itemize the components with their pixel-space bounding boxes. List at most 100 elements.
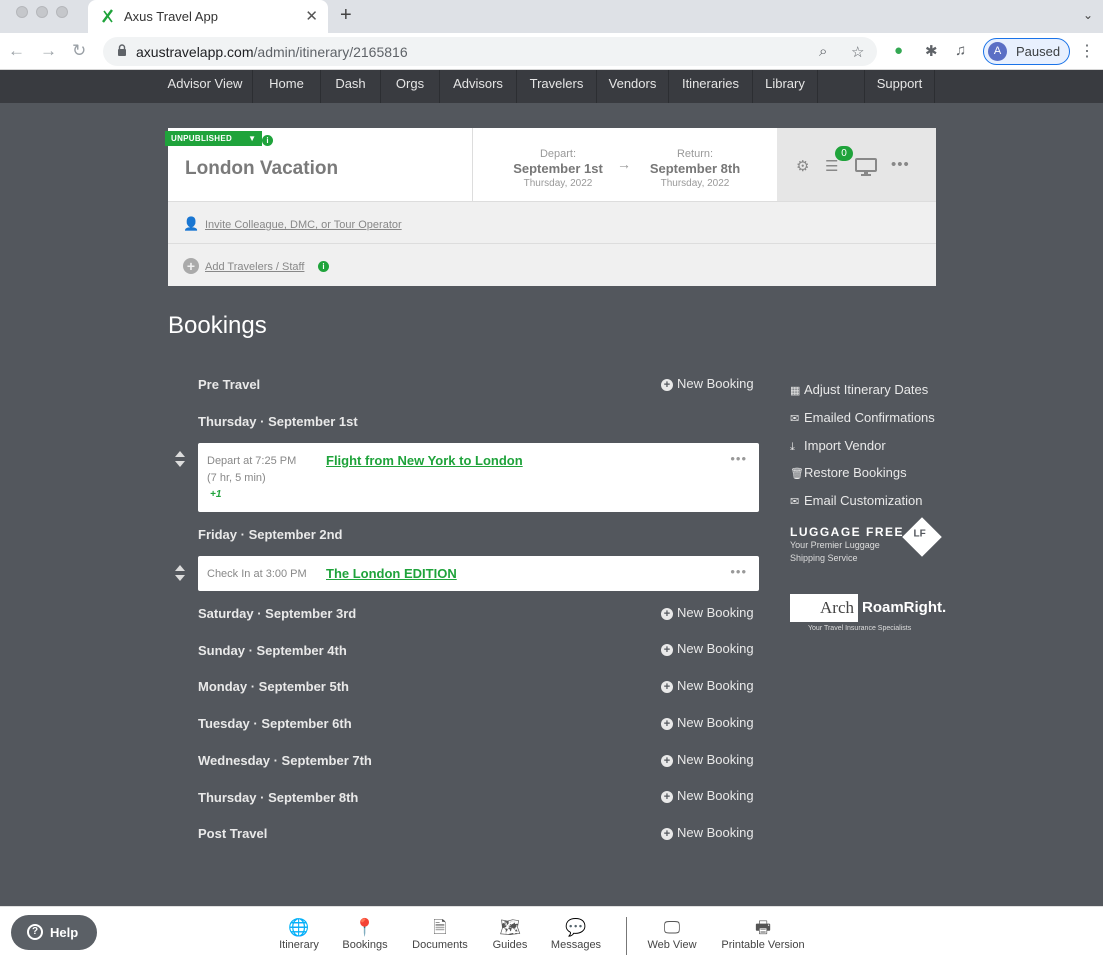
arch-text: Arch [790,594,858,622]
add-circle-icon[interactable]: + [183,258,199,274]
media-control-icon[interactable]: ♫ [955,42,966,59]
plus-circle-icon: + [661,644,673,656]
nav-travelers[interactable]: Travelers [517,70,597,103]
itinerary-summary: UNPUBLISHED ▼ i London Vacation Depart: S… [165,128,777,201]
import-vendor-link[interactable]: ⤓ Import Vendor [790,438,886,454]
itinerary-title[interactable]: London Vacation [185,158,338,180]
more-options-icon[interactable]: ••• [730,451,747,466]
adjust-dates-label: Adjust Itinerary Dates [804,382,929,397]
toolbar-printable-version[interactable]: 🖶 Printable Version [716,917,810,951]
new-booking-button[interactable]: + New Booking [661,605,754,620]
lock-icon [118,44,126,56]
day-label: Monday · September 5th [198,679,349,694]
booking-title-link[interactable]: Flight from New York to London [326,453,523,468]
booking-title-link[interactable]: The London EDITION [326,566,457,581]
toolbar-web-view[interactable]: 🖵 Web View [642,917,702,951]
depart-label: Depart: [539,148,577,160]
more-options-icon[interactable]: ••• [730,564,747,579]
toolbar-label: Web View [647,939,697,951]
email-customization-link[interactable]: ✉ Email Customization [790,493,923,508]
new-booking-label: New Booking [677,678,754,693]
nav-vendors[interactable]: Vendors [597,70,669,103]
depart-date-block[interactable]: Depart: September 1st Thursday, 2022 [503,148,613,189]
bookings-title: Bookings [168,312,267,339]
emailed-confirmations-link[interactable]: ✉ Emailed Confirmations [790,410,935,425]
arch-roamright-logo[interactable]: Arch RoamRight. Your Travel Insurance Sp… [790,594,946,634]
checklist-icon[interactable]: ☰ [825,157,838,175]
tab-close-icon[interactable]: ✕ [305,7,318,25]
browser-menu-icon[interactable]: ⋮ [1079,41,1095,61]
profile-button[interactable]: A Paused [983,38,1070,65]
arrow-right-icon: → [617,156,631,172]
bookmark-star-icon[interactable]: ☆ [851,43,864,61]
window-close-button[interactable] [16,6,28,18]
forward-icon[interactable]: → [40,41,57,61]
publish-status-dropdown[interactable]: UNPUBLISHED ▼ [165,131,263,146]
map-pin-icon: 📍 [354,918,376,937]
more-options-icon[interactable]: ••• [891,156,910,173]
luggage-free-title: LUGGAGE FREE [790,525,905,539]
toolbar-documents[interactable]: 🗎 Documents [408,917,472,951]
zoom-icon[interactable]: ⌕ [819,43,827,60]
url-path: /admin/itinerary/2165816 [253,44,408,60]
new-booking-button[interactable]: + New Booking [661,376,754,391]
info-icon[interactable]: i [262,135,273,146]
add-user-icon: 👤 [183,216,200,231]
toolbar-itinerary[interactable]: 🌐 Itinerary [272,917,326,951]
profile-status: Paused [1016,44,1061,59]
address-bar[interactable]: axustravelapp.com/admin/itinerary/216581… [103,37,877,66]
toolbar-guides[interactable]: 🗺 Guides [487,917,533,951]
tab-search-icon[interactable]: ⌄ [1083,8,1093,22]
window-zoom-button[interactable] [56,6,68,18]
restore-bookings-link[interactable]: 🗑Restore Bookings [790,465,907,480]
back-icon[interactable]: ← [8,41,25,61]
globe-icon: 🌐 [288,918,310,937]
new-booking-button[interactable]: + New Booking [661,715,754,730]
return-date-block[interactable]: Return: September 8th Thursday, 2022 [640,148,750,189]
travelers-row: + Add Travelers / Staff i [168,243,936,286]
add-travelers-link[interactable]: Add Travelers / Staff [205,261,304,273]
toolbar-label: Itinerary [279,939,319,951]
drag-handle-icon[interactable] [173,450,187,468]
email-customization-label: Email Customization [804,493,923,508]
extensions-puzzle-icon[interactable]: ✱ [925,42,938,60]
nav-support[interactable]: Support [865,70,935,103]
toolbar-messages[interactable]: 💬 Messages [546,917,606,951]
window-minimize-button[interactable] [36,6,48,18]
publish-status-label: UNPUBLISHED [171,134,233,143]
nav-dash[interactable]: Dash [321,70,381,103]
booking-card-hotel[interactable]: Check In at 3:00 PM The London EDITION •… [198,556,759,591]
help-button[interactable]: ? Help [11,915,97,950]
new-booking-button[interactable]: + New Booking [661,752,754,767]
nav-home[interactable]: Home [253,70,321,103]
nav-itineraries[interactable]: Itineraries [669,70,753,103]
nav-advisor-view[interactable]: Advisor View [158,70,253,103]
toolbar-bookings[interactable]: 📍 Bookings [337,917,393,951]
luggage-free-logo[interactable]: LUGGAGE FREE Your Premier Luggage Shippi… [790,517,942,565]
nav-advisors[interactable]: Advisors [440,70,517,103]
avatar: A [988,42,1007,61]
booking-card-flight[interactable]: Depart at 7:25 PM (7 hr, 5 min) +1 Fligh… [198,443,759,512]
invite-colleague-link[interactable]: Invite Colleague, DMC, or Tour Operator [205,219,402,231]
extension-grammarly-icon[interactable]: ● [894,42,903,59]
nav-library[interactable]: Library [753,70,818,103]
monitor-icon[interactable] [855,158,877,176]
trash-icon: 🗑 [790,468,804,480]
roamright-tagline: Your Travel Insurance Specialists [808,625,912,632]
new-booking-button[interactable]: + New Booking [661,678,754,693]
new-booking-button[interactable]: + New Booking [661,825,754,840]
gear-icon[interactable]: ⚙ [796,157,809,175]
plus-circle-icon: + [661,755,673,767]
new-tab-icon[interactable]: + [340,4,352,27]
adjust-dates-link[interactable]: ▦ Adjust Itinerary Dates [790,382,928,397]
reload-icon[interactable]: ↻ [72,41,86,61]
browser-tab[interactable]: Axus Travel App ✕ [88,0,328,33]
caret-down-icon: ▼ [248,134,257,143]
nav-orgs[interactable]: Orgs [381,70,440,103]
checklist-count-badge: 0 [835,146,853,161]
invite-row: 👤 Invite Colleague, DMC, or Tour Operato… [168,201,936,243]
new-booking-button[interactable]: + New Booking [661,788,754,803]
new-booking-button[interactable]: + New Booking [661,641,754,656]
info-icon[interactable]: i [318,261,329,272]
drag-handle-icon[interactable] [173,564,187,582]
